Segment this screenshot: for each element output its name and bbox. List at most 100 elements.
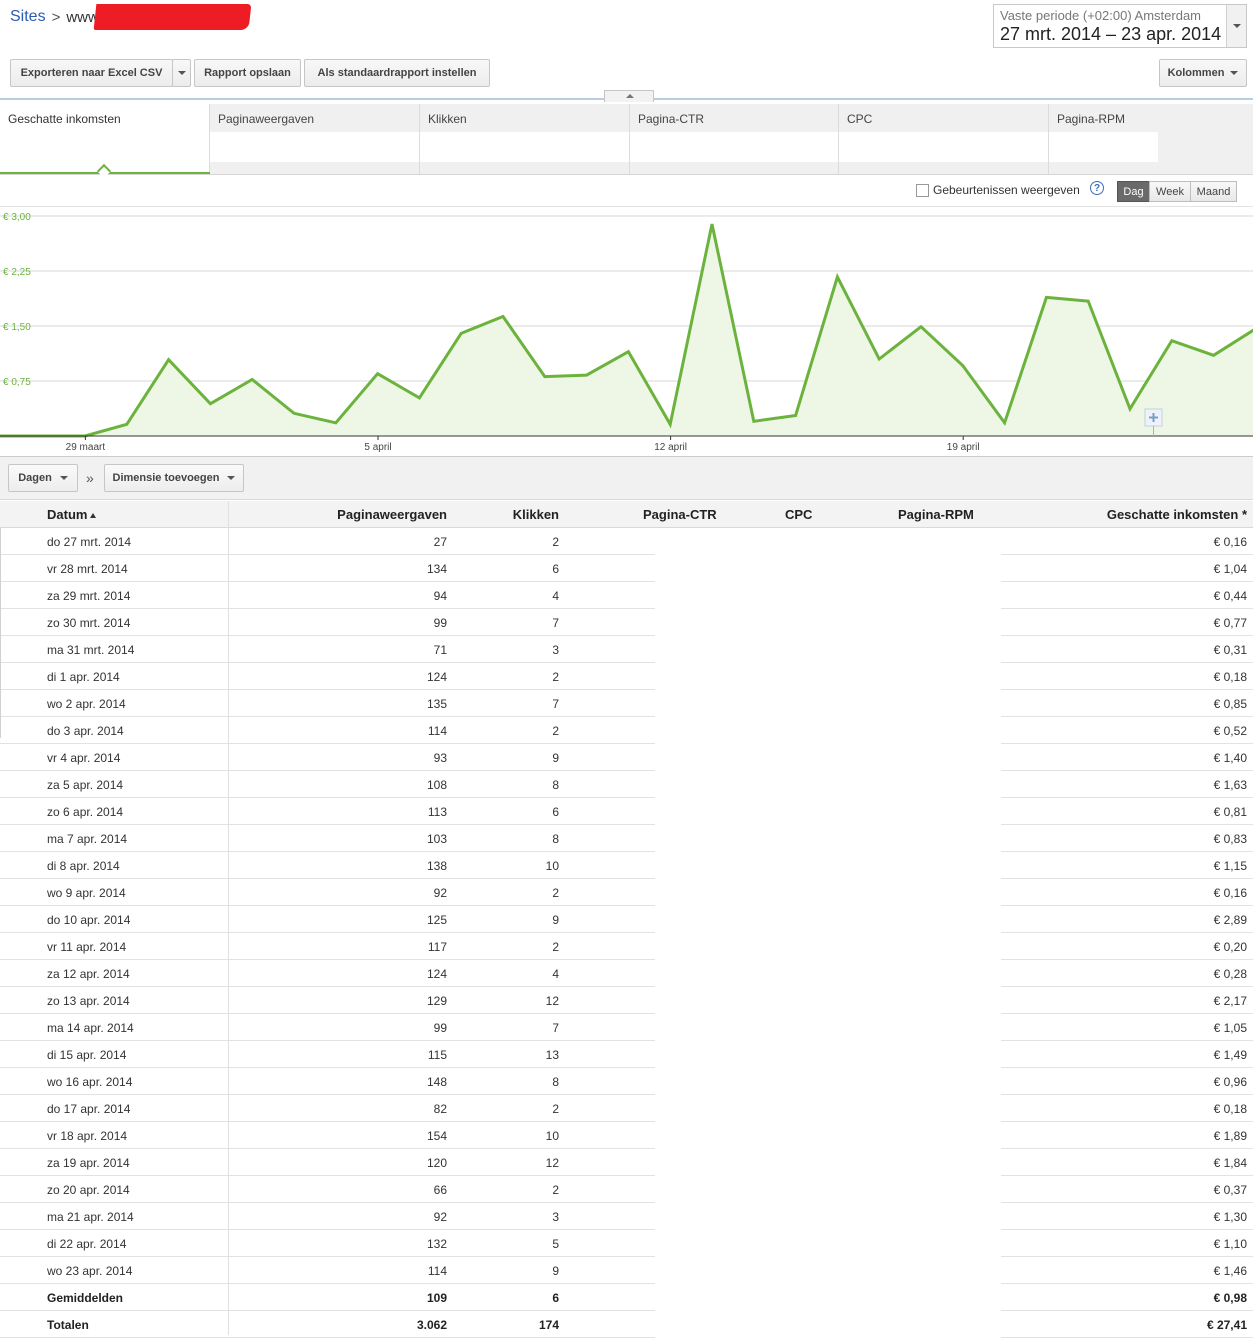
cell-estimated-earnings: € 1,10 xyxy=(1213,1237,1247,1251)
cell-clicks: 7 xyxy=(552,1021,559,1035)
cell-pageviews: 93 xyxy=(433,751,447,765)
cell-clicks: 9 xyxy=(552,1264,559,1278)
tab-value-redacted xyxy=(210,132,419,162)
cell-pageviews: 114 xyxy=(427,724,447,738)
cell-pageviews: 66 xyxy=(433,1183,447,1197)
data-point-26[interactable] xyxy=(1211,352,1217,358)
tab-page-ctr[interactable]: Pagina-CTR xyxy=(630,104,839,174)
data-point-14[interactable] xyxy=(709,221,715,227)
column-header-cpc[interactable]: CPC xyxy=(785,507,812,522)
tab-cpc[interactable]: CPC xyxy=(839,104,1049,174)
data-point-7[interactable] xyxy=(416,395,422,401)
cell-pageviews: 125 xyxy=(426,913,447,927)
cell-estimated-earnings: € 1,04 xyxy=(1213,562,1247,576)
tab-label: Geschatte inkomsten xyxy=(8,112,121,126)
cell-clicks: 8 xyxy=(552,778,559,792)
cell-clicks: 6 xyxy=(552,1291,559,1305)
tab-pageviews[interactable]: Paginaweergaven xyxy=(210,104,420,174)
column-header-pageviews[interactable]: Paginaweergaven xyxy=(337,507,447,522)
breadcrumb-sites-link[interactable]: Sites xyxy=(10,8,46,26)
column-header-date[interactable]: Datum xyxy=(47,507,97,522)
period-month-button[interactable]: Maand xyxy=(1190,181,1237,202)
column-header-estimated-earnings[interactable]: Geschatte inkomsten * xyxy=(1107,507,1247,522)
cell-pageviews: 27 xyxy=(433,535,447,549)
data-point-8[interactable] xyxy=(458,330,464,336)
column-header-clicks[interactable]: Klikken xyxy=(513,507,559,522)
export-dropdown-button[interactable] xyxy=(172,59,191,87)
data-point-21[interactable] xyxy=(1002,420,1008,426)
cell-pageviews: 94 xyxy=(433,589,447,603)
cell-clicks: 7 xyxy=(552,616,559,630)
data-point-13[interactable] xyxy=(667,421,673,427)
period-day-button[interactable]: Dag xyxy=(1117,181,1150,202)
table-row: wo 2 apr. 2014 135 7 € 0,85 xyxy=(0,690,1253,717)
period-week-button[interactable]: Week xyxy=(1149,181,1191,202)
data-point-6[interactable] xyxy=(375,371,381,377)
cell-estimated-earnings: € 0,16 xyxy=(1213,535,1247,549)
column-header-page-rpm[interactable]: Pagina-RPM xyxy=(898,507,974,522)
date-range-dropdown-button[interactable] xyxy=(1226,5,1246,47)
cell-date: za 19 apr. 2014 xyxy=(47,1156,130,1170)
data-point-10[interactable] xyxy=(542,374,548,380)
sort-ascending-icon xyxy=(90,513,97,518)
export-csv-button[interactable]: Exporteren naar Excel CSV xyxy=(10,59,173,87)
data-point-25[interactable] xyxy=(1169,338,1175,344)
data-point-17[interactable] xyxy=(834,274,840,280)
cell-clicks: 4 xyxy=(552,589,559,603)
cell-clicks: 12 xyxy=(545,1156,559,1170)
add-dimension-dropdown[interactable]: Dimensie toevoegen xyxy=(104,464,244,492)
chevron-down-icon xyxy=(1233,24,1241,28)
data-point-11[interactable] xyxy=(584,372,590,378)
collapse-toggle[interactable] xyxy=(604,90,654,102)
data-point-2[interactable] xyxy=(207,401,213,407)
cell-estimated-earnings: € 1,63 xyxy=(1213,778,1247,792)
tab-estimated-earnings[interactable]: Geschatte inkomsten xyxy=(0,104,210,174)
data-point-19[interactable] xyxy=(918,324,924,330)
help-icon[interactable]: ? xyxy=(1090,181,1104,195)
cell-date: do 10 apr. 2014 xyxy=(47,913,131,927)
table-row: di 8 apr. 2014 138 10 € 1,15 xyxy=(0,852,1253,879)
table-summary-row: Gemiddelden 109 6 € 0,98 xyxy=(0,1284,1253,1311)
data-point-18[interactable] xyxy=(876,356,882,362)
data-point-16[interactable] xyxy=(793,412,799,418)
cell-pageviews: 120 xyxy=(426,1156,447,1170)
tab-clicks[interactable]: Klikken xyxy=(420,104,630,174)
data-point-22[interactable] xyxy=(1043,294,1049,300)
cell-date: zo 20 apr. 2014 xyxy=(47,1183,130,1197)
data-point-3[interactable] xyxy=(249,377,255,383)
column-header-page-ctr[interactable]: Pagina-CTR xyxy=(643,507,717,522)
cell-pageviews: 138 xyxy=(426,859,447,873)
show-events-checkbox[interactable] xyxy=(916,184,929,197)
save-report-button[interactable]: Rapport opslaan xyxy=(194,59,301,87)
table-summary-row: Totalen 3.062 174 € 27,41 xyxy=(0,1311,1253,1338)
tab-page-rpm[interactable]: Pagina-RPM xyxy=(1049,104,1253,174)
cell-date: wo 16 apr. 2014 xyxy=(47,1075,133,1089)
cell-date: do 27 mrt. 2014 xyxy=(47,535,132,549)
data-point-4[interactable] xyxy=(291,410,297,416)
group-by-days-dropdown[interactable]: Dagen xyxy=(8,464,78,492)
data-point-9[interactable] xyxy=(500,313,506,319)
cell-estimated-earnings: € 0,85 xyxy=(1213,697,1247,711)
data-point-24[interactable] xyxy=(1127,406,1133,412)
cell-clicks: 10 xyxy=(545,1129,559,1143)
table-row: zo 6 apr. 2014 113 6 € 0,81 xyxy=(0,798,1253,825)
data-point-12[interactable] xyxy=(625,349,631,355)
table-row: ma 14 apr. 2014 99 7 € 1,05 xyxy=(0,1014,1253,1041)
data-point-20[interactable] xyxy=(960,363,966,369)
date-range-picker[interactable]: Vaste periode (+02:00) Amsterdam 27 mrt.… xyxy=(993,4,1247,48)
table-row: za 19 apr. 2014 120 12 € 1,84 xyxy=(0,1149,1253,1176)
data-point-23[interactable] xyxy=(1085,298,1091,304)
set-default-report-button[interactable]: Als standaardrapport instellen xyxy=(304,59,490,87)
columns-button[interactable]: Kolommen xyxy=(1159,59,1247,87)
data-point-1[interactable] xyxy=(166,357,172,363)
show-events-label[interactable]: Gebeurtenissen weergeven xyxy=(933,183,1080,197)
data-point-5[interactable] xyxy=(333,420,339,426)
cell-estimated-earnings: € 2,89 xyxy=(1213,913,1247,927)
cell-estimated-earnings: € 1,46 xyxy=(1213,1264,1247,1278)
cell-clicks: 2 xyxy=(552,670,559,684)
table-row: za 12 apr. 2014 124 4 € 0,28 xyxy=(0,960,1253,987)
redacted-columns xyxy=(655,528,1001,1334)
data-point-15[interactable] xyxy=(751,418,757,424)
data-point-0[interactable] xyxy=(124,421,130,427)
cell-clicks: 3 xyxy=(552,1210,559,1224)
